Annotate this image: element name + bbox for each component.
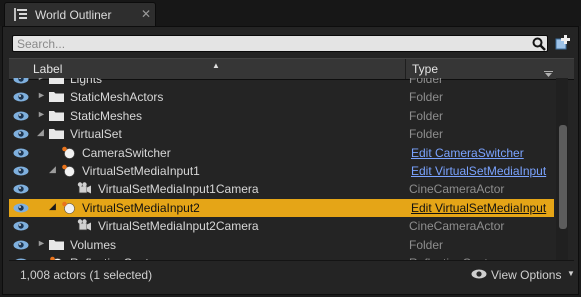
column-type-header[interactable]: Type	[412, 62, 438, 76]
outliner-list-icon	[14, 8, 27, 21]
folder-icon	[49, 78, 64, 84]
collapse-arrow-icon[interactable]: ◢	[49, 201, 56, 212]
actor-sphere-icon	[62, 146, 75, 159]
eye-icon[interactable]	[13, 92, 29, 102]
outliner-row[interactable]: ► StaticMeshes Folder	[9, 107, 554, 125]
row-label: VirtualSetMediaInput2	[82, 200, 200, 215]
tab-title: World Outliner	[35, 8, 112, 22]
edit-blueprint-link[interactable]: Edit CameraSwitcher	[411, 146, 524, 160]
search-input[interactable]	[17, 36, 521, 51]
search-icon[interactable]	[532, 37, 546, 51]
outliner-panel: Label ▲ Type ► Lights Folder ► StaticMeshAct…	[2, 26, 579, 295]
cine-camera-icon	[77, 219, 91, 231]
sort-ascending-icon[interactable]: ▲	[212, 61, 220, 70]
expand-arrow-icon[interactable]: ►	[37, 238, 46, 248]
scrollbar-thumb[interactable]	[559, 125, 567, 229]
row-label: VirtualSetMediaInput2Camera	[98, 219, 259, 234]
eye-icon	[471, 269, 487, 279]
eye-icon[interactable]	[13, 166, 29, 176]
eye-icon[interactable]	[13, 221, 29, 231]
row-label: VirtualSetMediaInput1	[82, 164, 200, 178]
outliner-row[interactable]: ► StaticMeshActors Folder	[9, 88, 554, 106]
outliner-row[interactable]: ► Lights Folder	[9, 78, 554, 88]
cine-camera-icon	[77, 182, 91, 194]
outliner-row[interactable]: VirtualSetMediaInput2Camera CineCameraAct…	[9, 217, 554, 235]
search-box[interactable]	[12, 35, 548, 52]
outliner-row[interactable]: ◢ VirtualSetMediaInput2 Edit VirtualSetMed…	[9, 198, 554, 217]
row-type: Folder	[409, 90, 444, 105]
expand-arrow-icon[interactable]: ►	[37, 90, 46, 100]
eye-icon[interactable]	[13, 203, 29, 213]
edit-blueprint-link[interactable]: Edit VirtualSetMediaInput	[411, 201, 546, 215]
eye-icon[interactable]	[13, 129, 29, 139]
outliner-row[interactable]: ► Volumes Folder	[9, 236, 554, 254]
folder-icon	[49, 239, 64, 250]
actor-list: ► Lights Folder ► StaticMeshActors Folder ► Sta…	[9, 78, 554, 260]
outliner-row[interactable]: CameraSwitcher Edit CameraSwitcher	[9, 144, 554, 162]
row-label: VirtualSetMediaInput1Camera	[98, 182, 259, 197]
row-label: CameraSwitcher	[82, 145, 171, 160]
row-label: VirtualSet	[70, 127, 122, 142]
close-icon[interactable]: ✕	[141, 7, 151, 21]
outliner-row[interactable]: ◢ VirtualSet Folder	[9, 125, 554, 143]
column-header: Label ▲ Type	[9, 58, 574, 80]
row-label: StaticMeshes	[70, 108, 143, 123]
eye-icon[interactable]	[13, 111, 29, 121]
tab-world-outliner[interactable]: World Outliner ✕	[4, 2, 156, 26]
row-type: Folder	[409, 237, 444, 252]
tab-strip: World Outliner ✕	[0, 0, 581, 26]
outliner-row[interactable]: ◢ VirtualSetMediaInput1 Edit VirtualSetMed…	[9, 162, 554, 180]
world-outliner-window: World Outliner ✕ Label ▲ Type	[0, 0, 581, 297]
eye-icon[interactable]	[13, 240, 29, 250]
add-actor-icon[interactable]	[553, 34, 571, 52]
folder-icon	[49, 92, 64, 103]
column-divider[interactable]	[405, 59, 406, 79]
actor-count-status: 1,008 actors (1 selected)	[20, 268, 153, 282]
row-type: Folder	[409, 78, 444, 86]
view-options-label: View Options	[491, 268, 562, 282]
row-label: StaticMeshActors	[70, 90, 164, 105]
actor-sphere-icon	[62, 164, 75, 177]
chevron-down-icon[interactable]	[544, 71, 553, 77]
expand-arrow-icon[interactable]: ►	[37, 109, 46, 119]
column-label-header[interactable]: Label	[33, 62, 62, 76]
row-type: CineCameraActor	[409, 219, 505, 234]
chevron-down-icon: ▼	[567, 269, 575, 278]
collapse-arrow-icon[interactable]: ◢	[49, 164, 56, 175]
row-label: Lights	[70, 78, 103, 86]
folder-icon	[49, 129, 64, 140]
collapse-arrow-icon[interactable]: ◢	[37, 127, 44, 138]
eye-icon[interactable]	[13, 184, 29, 194]
actor-sphere-icon	[62, 201, 75, 214]
eye-icon[interactable]	[13, 148, 29, 158]
expand-arrow-icon[interactable]: ►	[37, 78, 46, 82]
row-type: Folder	[409, 108, 444, 123]
row-type: Folder	[409, 127, 444, 142]
row-label: Volumes	[70, 237, 117, 252]
edit-blueprint-link[interactable]: Edit VirtualSetMediaInput	[411, 164, 546, 178]
outliner-row[interactable]: VirtualSetMediaInput1Camera CineCameraAct…	[9, 180, 554, 198]
folder-icon	[49, 110, 64, 121]
row-type: CineCameraActor	[409, 182, 505, 197]
eye-icon[interactable]	[13, 78, 29, 84]
footer: 1,008 actors (1 selected) View Options ▼	[9, 260, 575, 289]
